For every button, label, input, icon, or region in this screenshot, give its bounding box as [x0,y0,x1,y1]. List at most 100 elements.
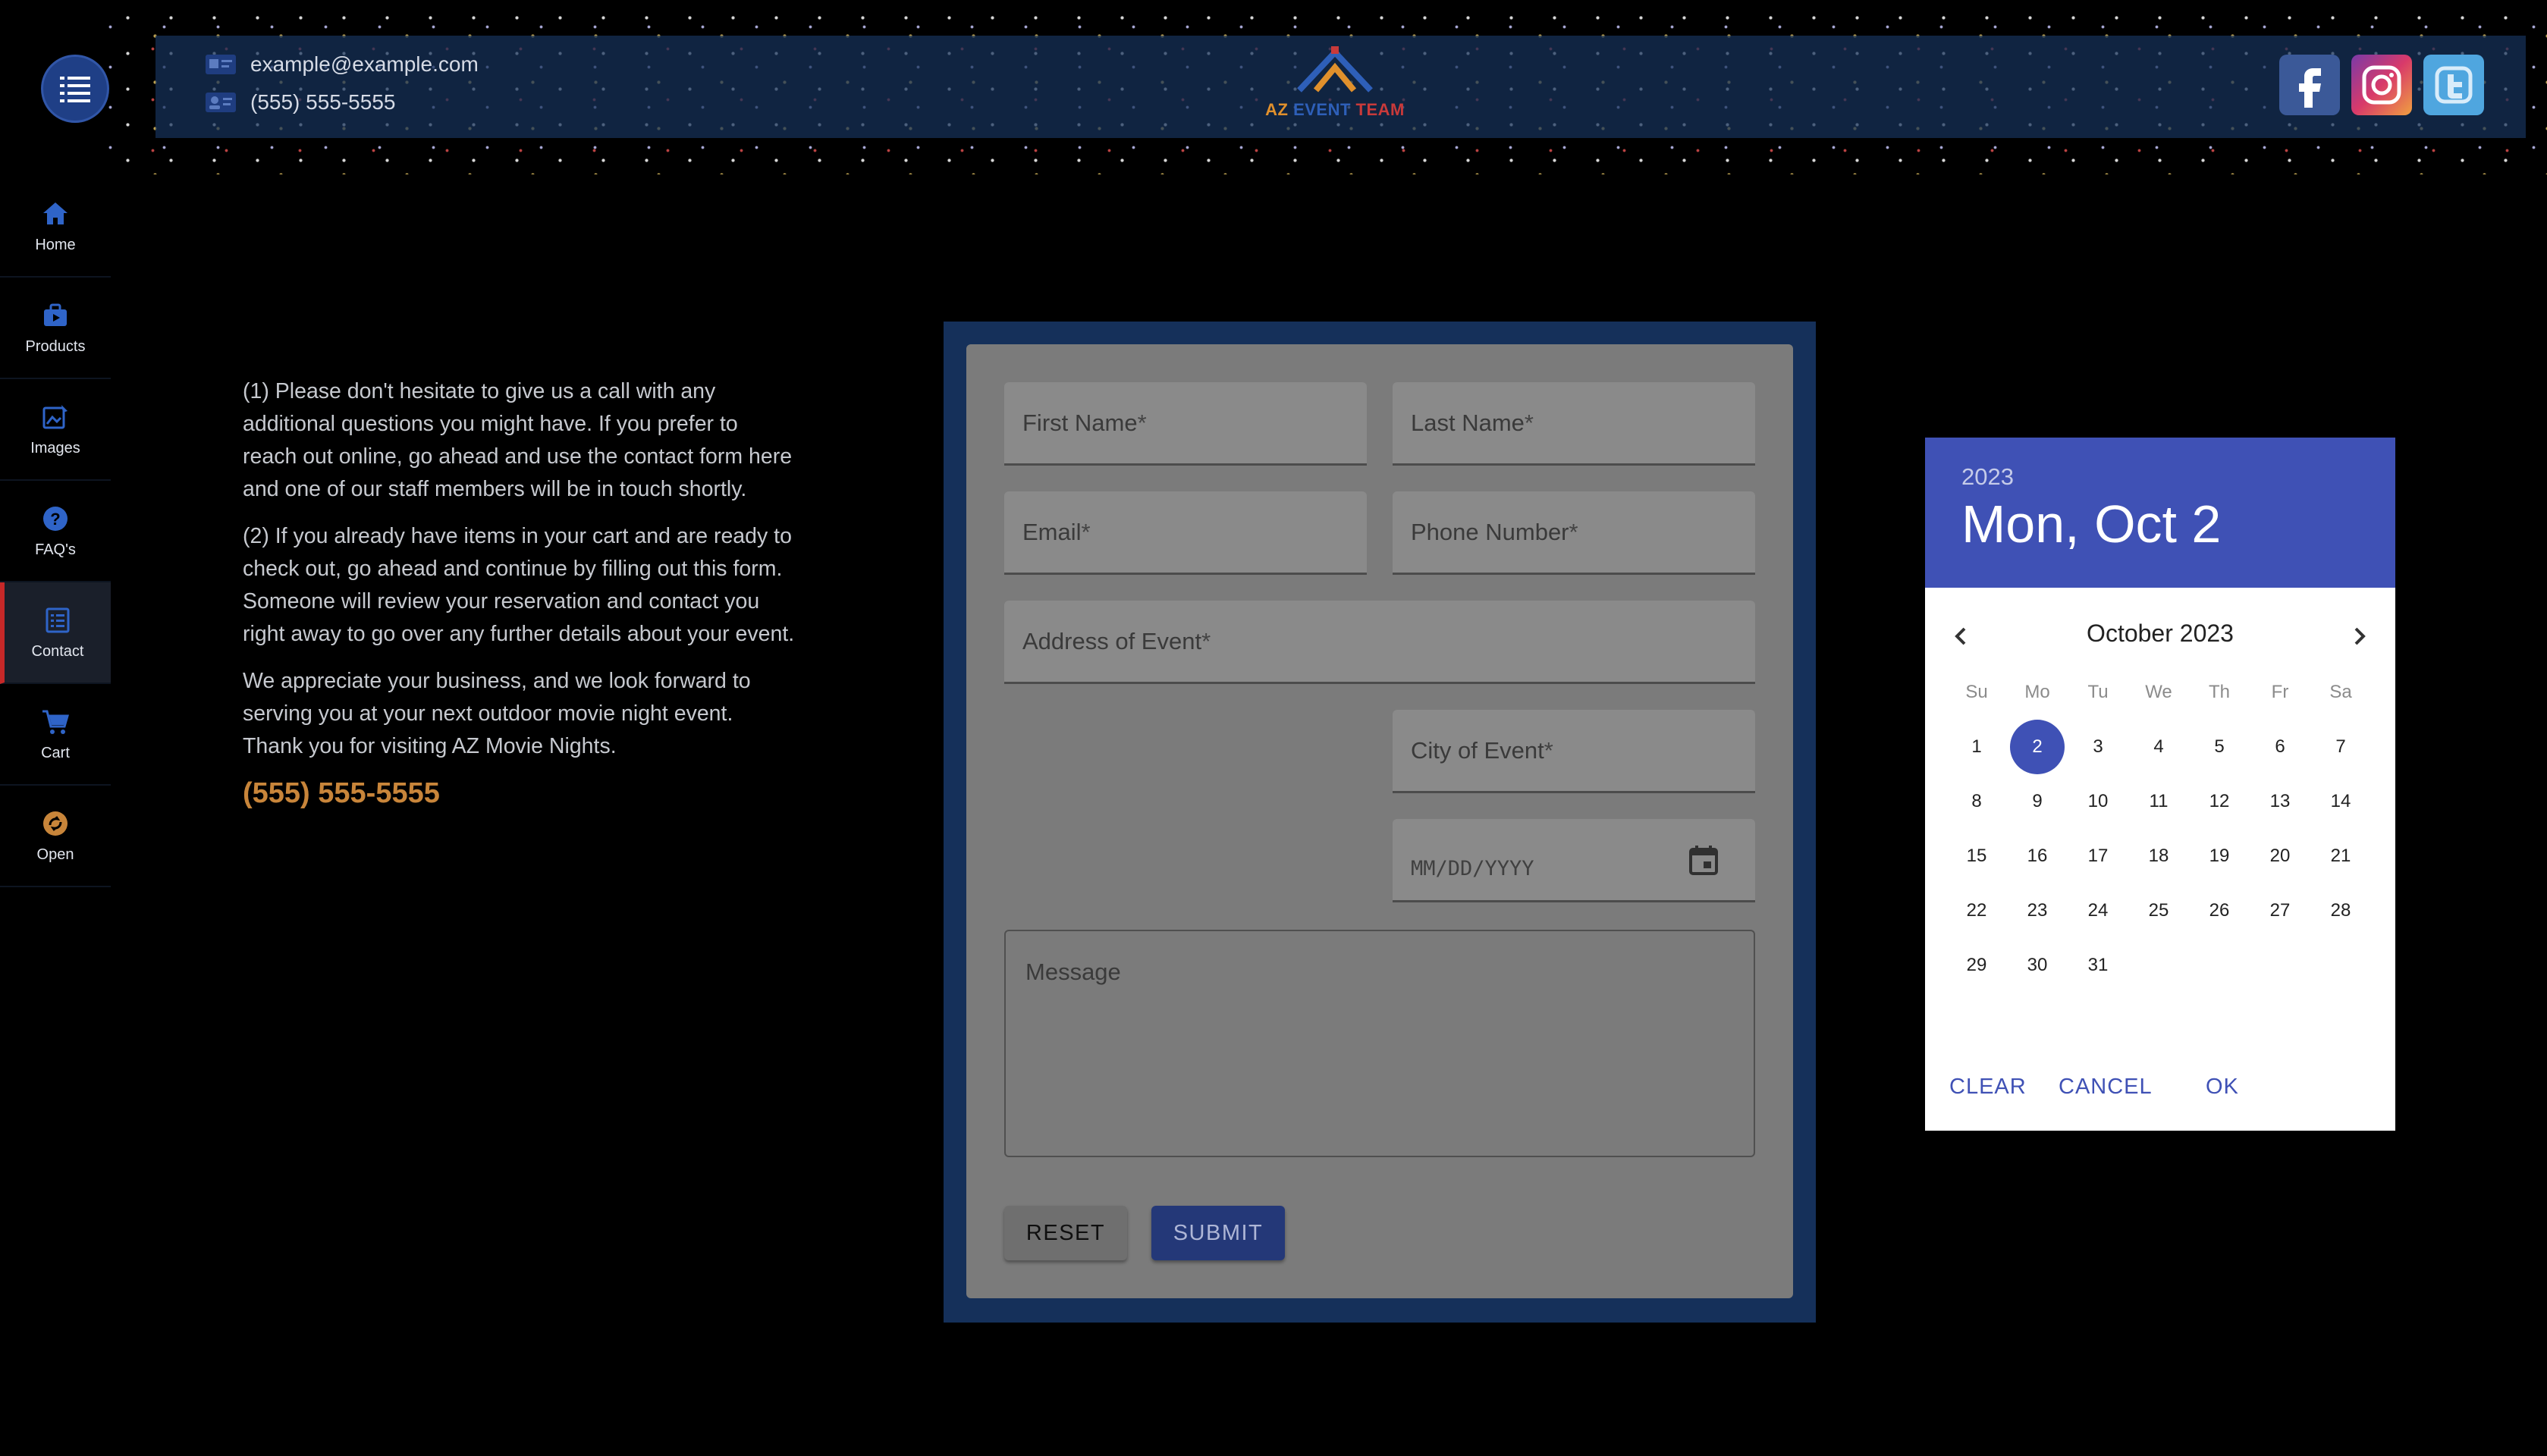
instagram-icon [2362,65,2401,105]
calendar-day[interactable]: 10 [2068,791,2128,812]
weekday-label: We [2145,682,2172,702]
tent-logo-icon [1297,46,1373,93]
instagram-button[interactable] [2351,55,2412,115]
intro-phone-link[interactable]: (555) 555-5555 [243,777,796,810]
calendar-day[interactable]: 19 [2189,846,2250,867]
date-picker-selected-date: Mon, Oct 2 [1961,494,2222,554]
calendar-day[interactable]: 26 [2189,900,2250,921]
calendar-day[interactable]: 13 [2250,791,2310,812]
sidebar-item-home[interactable]: Home [0,176,111,278]
address-field[interactable]: Address of Event* [1004,601,1755,684]
intro-paragraph-1: (1) Please don't hesitate to give us a c… [243,379,793,501]
facebook-icon [2299,68,2321,108]
email-field[interactable]: Email* [1004,491,1367,575]
sidebar-item-faq[interactable]: ? FAQ's [0,481,111,582]
header-phone[interactable]: (555) 555-5555 [205,90,395,115]
intro-text: (1) Please don't hesitate to give us a c… [243,375,796,810]
sidebar-item-open[interactable]: Open [0,786,111,887]
weekday-label: Th [2208,682,2230,702]
calendar-day[interactable]: 27 [2250,900,2310,921]
header-phone-text: (555) 555-5555 [250,90,396,114]
calendar-day[interactable]: 21 [2310,846,2371,867]
weekday-label: Su [1965,682,1988,702]
id-card-icon [206,55,236,74]
weekday-label: Mo [2024,682,2050,702]
home-icon [43,202,68,224]
contact-icon [46,607,70,632]
date-picker-year[interactable]: 2023 [1961,463,2395,491]
calendar-day[interactable]: 17 [2068,846,2128,867]
weekday-label: Sa [2329,682,2352,702]
date-picker-header: 2023 Mon, Oct 2 [1925,438,2395,588]
sidebar-item-products[interactable]: Products [0,278,111,379]
calendar-day[interactable]: 8 [1946,791,2007,812]
calendar-day-selected[interactable]: 2 [2007,720,2068,774]
calendar-icon[interactable] [1687,843,1720,877]
site-logo[interactable]: AZ EVENT TEAM [1259,43,1411,127]
calendar-week-row: 8 9 10 11 12 13 14 [1946,774,2371,829]
ok-button[interactable]: OK [2206,1075,2239,1100]
calendar-week-row: 15 16 17 18 19 20 21 [1946,829,2371,883]
sidebar-item-images[interactable]: Images [0,379,111,481]
clear-button[interactable]: CLEAR [1949,1075,2027,1100]
calendar-day[interactable]: 4 [2128,736,2189,758]
calendar-day[interactable]: 15 [1946,846,2007,867]
calendar-day[interactable]: 18 [2128,846,2189,867]
date-picker-actions: CLEAR CANCEL OK [1925,1075,2395,1120]
calendar-day[interactable]: 30 [2007,955,2068,976]
twitter-button[interactable] [2423,55,2484,115]
calendar-day[interactable]: 28 [2310,900,2371,921]
phone-number-field[interactable]: Phone Number* [1393,491,1755,575]
faq-icon: ? [43,506,68,531]
event-date-field[interactable]: MM/DD/YYYY [1393,819,1755,902]
calendar-grid: Su Mo Tu We Th Fr Sa 1 2 3 4 5 6 7 8 9 10 11 12 13 14 15 16 17 1… [1946,665,2371,993]
calendar-day[interactable]: 9 [2007,791,2068,812]
calendar-day[interactable]: 1 [1946,736,2007,758]
weekday-label: Fr [2271,682,2289,702]
weekday-label: Tu [2087,682,2109,702]
form-panel-outer: First Name* Last Name* Email* Phone Numb… [944,322,1816,1323]
contact-card-icon [206,93,236,112]
last-name-field[interactable]: Last Name* [1393,382,1755,466]
reset-button[interactable]: RESET [1004,1206,1127,1260]
calendar-day[interactable]: 3 [2068,736,2128,758]
sidebar-item-contact[interactable]: Contact [0,582,111,684]
open-icon [43,811,68,836]
calendar-day[interactable]: 20 [2250,846,2310,867]
products-icon [44,303,67,326]
calendar-day[interactable]: 24 [2068,900,2128,921]
calendar-day[interactable]: 11 [2128,791,2189,812]
sidebar: Home Products Images ? FAQ's Contact Car… [0,176,111,887]
header-email[interactable]: example@example.com [205,52,479,77]
calendar-day[interactable]: 31 [2068,955,2128,976]
list-menu-icon [60,77,90,102]
calendar-day[interactable]: 7 [2310,736,2371,758]
calendar-day[interactable]: 22 [1946,900,2007,921]
date-picker-dialog: 2023 Mon, Oct 2 October 2023 Su Mo Tu We Th F… [1925,438,2395,1131]
calendar-day[interactable]: 23 [2007,900,2068,921]
city-field[interactable]: City of Event* [1393,710,1755,793]
submit-button[interactable]: SUBMIT [1151,1206,1285,1260]
message-field[interactable]: Message [1004,930,1755,1157]
month-label: October 2023 [2087,620,2234,647]
svg-text:?: ? [50,510,60,529]
cancel-button[interactable]: CANCEL [2059,1075,2153,1100]
calendar-day[interactable]: 25 [2128,900,2189,921]
calendar-day[interactable]: 6 [2250,736,2310,758]
calendar-day[interactable]: 16 [2007,846,2068,867]
top-bar: example@example.com (555) 555-5555 AZ EV… [155,36,2526,138]
images-icon [42,404,68,428]
calendar-week-row: 22 23 24 25 26 27 28 [1946,883,2371,938]
chevron-right-icon[interactable] [2339,617,2379,656]
calendar-day[interactable]: 5 [2189,736,2250,758]
calendar-day[interactable]: 12 [2189,791,2250,812]
calendar-day[interactable]: 29 [1946,955,2007,976]
calendar-day[interactable]: 14 [2310,791,2371,812]
first-name-field[interactable]: First Name* [1004,382,1367,466]
weekday-header-row: Su Mo Tu We Th Fr Sa [1946,665,2371,720]
menu-button[interactable] [41,55,109,123]
cart-icon [42,710,69,734]
sidebar-item-cart[interactable]: Cart [0,684,111,786]
facebook-button[interactable] [2279,55,2340,115]
header-email-text: example@example.com [250,52,479,76]
